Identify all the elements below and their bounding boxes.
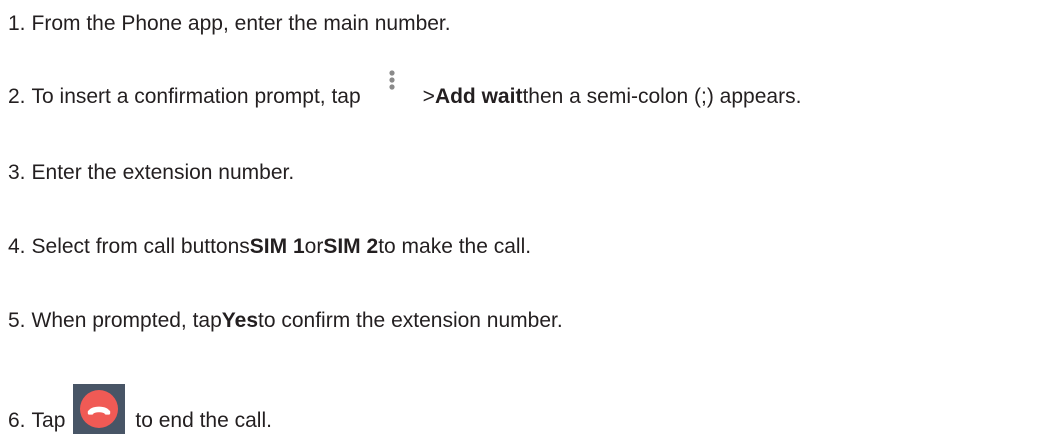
sim2-label: SIM 2 [323, 235, 379, 258]
step-3: 3. Enter the extension number. [8, 159, 294, 187]
step-number: 5. [8, 309, 26, 332]
step-text-suffix: to confirm the extension number. [258, 309, 563, 332]
step-number: 3. [8, 161, 26, 184]
step-text-before-icon: Tap [31, 409, 66, 432]
step-text-after-bold: then a semi-colon (;) appears. [522, 85, 802, 108]
step-number: 6. [8, 409, 26, 432]
step-text: Enter the extension number. [31, 161, 295, 184]
step-text-prefix: When prompted, tap [31, 309, 222, 332]
step-number: 4. [8, 235, 26, 258]
step-text-suffix: to make the call. [378, 235, 532, 258]
add-wait-label: Add wait [434, 85, 523, 108]
step-text-prefix: Select from call buttons [31, 235, 250, 258]
step-text-before-icon: To insert a confirmation prompt, tap [31, 85, 361, 108]
step-number: 1. [8, 12, 26, 35]
step-text-middle: or [304, 235, 324, 258]
step-text-prefix: > [422, 85, 435, 108]
step-2: 2. To insert a confirmation prompt, tap … [8, 57, 802, 117]
step-text: From the Phone app, enter the main numbe… [31, 12, 451, 35]
instruction-steps: 1. From the Phone app, enter the main nu… [0, 0, 1047, 441]
step-number: 2. [8, 85, 26, 108]
yes-label: Yes [221, 309, 259, 332]
step-4: 4. Select from call buttons SIM 1 or SIM… [8, 233, 531, 261]
step-5: 5. When prompted, tap Yes to confirm the… [8, 307, 563, 335]
step-text-after-icon: to end the call. [135, 409, 272, 432]
end-call-icon [73, 384, 126, 434]
sim1-label: SIM 1 [249, 235, 305, 258]
step-6: 6. Tap to end the call. [8, 384, 272, 435]
more-options-icon [368, 57, 415, 117]
step-1: 1. From the Phone app, enter the main nu… [8, 10, 451, 38]
